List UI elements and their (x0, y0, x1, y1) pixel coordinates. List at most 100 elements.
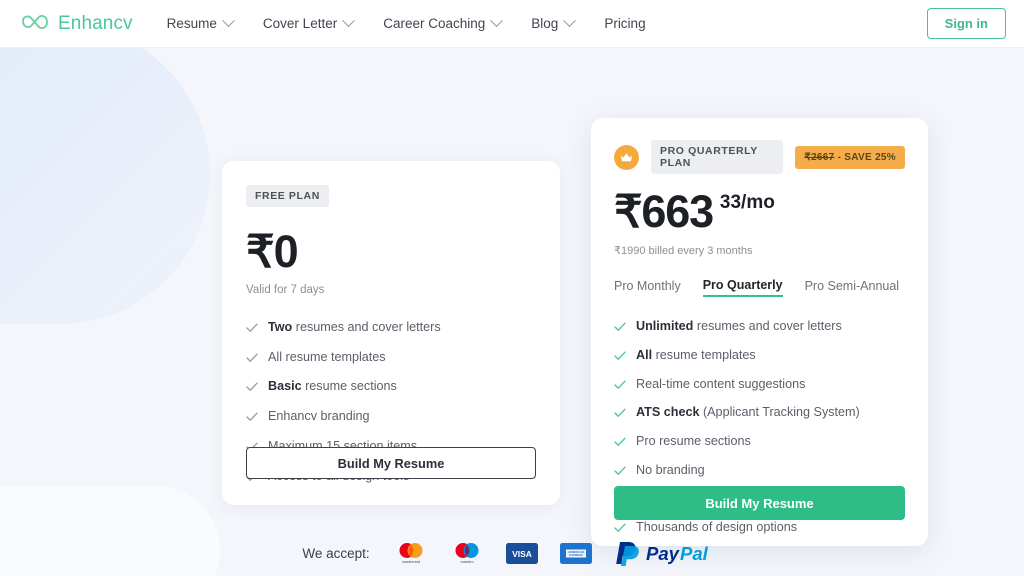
list-item: Pro resume sections (614, 434, 905, 452)
pro-plan-price-suffix: 33/mo (719, 192, 775, 213)
feature-rest: resumes and cover letters (693, 319, 842, 334)
list-item: Basic resume sections (246, 379, 536, 397)
maestro-logo: maestro (450, 541, 484, 565)
feature-rest: Pro resume sections (636, 434, 751, 449)
check-icon (246, 352, 258, 368)
nav-item-label: Blog (531, 16, 559, 31)
tab-pro-monthly[interactable]: Pro Monthly (614, 279, 681, 296)
check-icon (614, 379, 626, 395)
nav-item-cover-letter[interactable]: Cover Letter (263, 14, 356, 31)
check-icon (614, 436, 626, 452)
billing-period-tabs: Pro Monthly Pro Quarterly Pro Semi-Annua… (614, 278, 905, 298)
logo-text: Enhancv (58, 12, 133, 34)
site-header: Enhancv Resume Cover Letter Career Coach… (0, 0, 1024, 48)
check-icon (246, 381, 258, 397)
list-item: Thousands of design options (614, 520, 905, 538)
free-plan-cta-button[interactable]: Build My Resume (246, 447, 536, 479)
payment-methods-row: We accept: mastercard maestro VISA AMERI… (0, 540, 1024, 566)
nav-item-blog[interactable]: Blog (531, 14, 577, 31)
nav-item-career-coaching[interactable]: Career Coaching (383, 14, 504, 31)
check-icon (246, 411, 258, 427)
feature-emphasis: All (636, 347, 653, 362)
tab-pro-semi-annual[interactable]: Pro Semi-Annual (805, 279, 900, 296)
feature-rest: (Applicant Tracking System) (699, 405, 860, 420)
feature-emphasis: Basic (268, 379, 302, 394)
crown-icon (614, 144, 639, 170)
svg-text:Pal: Pal (680, 543, 709, 564)
pro-plan-price-row: ₹663 33/mo (614, 186, 905, 237)
list-item: All resume templates (246, 350, 536, 368)
visa-logo: VISA (505, 542, 538, 564)
pricing-stage: FREE PLAN ₹0 Valid for 7 days Two resume… (0, 48, 1024, 576)
nav-item-resume[interactable]: Resume (166, 14, 235, 31)
svg-text:Pay: Pay (646, 543, 681, 564)
logo[interactable]: Enhancv (20, 11, 133, 36)
feature-text: All resume templates (268, 350, 386, 366)
pro-plan-price: ₹663 (614, 186, 714, 237)
main-nav: Resume Cover Letter Career Coaching Blog… (166, 14, 646, 31)
chevron-down-icon (490, 14, 504, 28)
amex-logo: AMERICAN EXPRESS (559, 542, 592, 564)
feature-rest: Enhancv branding (268, 409, 370, 424)
feature-emphasis: Unlimited (636, 319, 694, 334)
feature-text: Unlimited resumes and cover letters (636, 319, 842, 335)
mastercard-logo: mastercard (394, 541, 428, 565)
chevron-down-icon (563, 14, 577, 28)
check-icon (246, 322, 258, 338)
tab-pro-quarterly[interactable]: Pro Quarterly (702, 278, 783, 298)
chevron-down-icon (342, 14, 356, 28)
feature-text: Pro resume sections (636, 434, 751, 450)
pro-plan-cta-button[interactable]: Build My Resume (614, 486, 905, 520)
sign-in-button[interactable]: Sign in (926, 8, 1006, 39)
save-badge-original-price: ₹2667 (804, 151, 835, 163)
feature-text: ATS check (Applicant Tracking System) (636, 405, 860, 421)
list-item: Real-time content suggestions (614, 377, 905, 395)
feature-rest: Real-time content suggestions (636, 376, 806, 391)
feature-text: No branding (636, 463, 705, 479)
save-badge: ₹2667 - SAVE 25% (795, 145, 905, 169)
feature-text: Enhancv branding (268, 409, 370, 425)
feature-rest: Thousands of design options (636, 520, 798, 535)
check-icon (614, 407, 626, 423)
payment-methods-label: We accept: (302, 545, 370, 561)
feature-text: Two resumes and cover letters (268, 320, 441, 336)
nav-item-label: Career Coaching (383, 16, 486, 31)
pro-plan-badge: PRO QUARTERLY PLAN (651, 140, 784, 174)
feature-text: All resume templates (636, 348, 756, 364)
save-badge-discount: - SAVE 25% (834, 151, 896, 163)
nav-item-label: Pricing (604, 16, 646, 31)
free-plan-card: FREE PLAN ₹0 Valid for 7 days Two resume… (222, 161, 560, 505)
nav-item-pricing[interactable]: Pricing (604, 16, 645, 31)
svg-text:EXPRESS: EXPRESS (569, 553, 583, 557)
svg-text:VISA: VISA (512, 549, 532, 559)
feature-emphasis: Two (268, 320, 293, 334)
check-icon (614, 465, 626, 481)
feature-rest: resume templates (652, 347, 756, 362)
check-icon (614, 350, 626, 366)
list-item: Unlimited resumes and cover letters (614, 319, 905, 337)
feature-rest: No branding (636, 462, 705, 477)
list-item: ATS check (Applicant Tracking System) (614, 405, 905, 423)
list-item: All resume templates (614, 348, 905, 366)
nav-item-label: Resume (166, 16, 217, 31)
free-plan-price: ₹0 (246, 226, 299, 277)
free-plan-badge: FREE PLAN (246, 185, 329, 207)
check-icon (614, 321, 626, 337)
feature-rest: resumes and cover letters (292, 320, 441, 334)
enhancv-infinity-icon (20, 11, 50, 36)
pro-plan-card: PRO QUARTERLY PLAN ₹2667 - SAVE 25% ₹663… (591, 118, 928, 546)
paypal-logo: Pay Pal (614, 540, 722, 566)
pro-plan-header: PRO QUARTERLY PLAN ₹2667 - SAVE 25% (614, 140, 905, 174)
feature-rest: resume sections (301, 379, 397, 394)
list-item: Enhancv branding (246, 409, 536, 427)
svg-text:maestro: maestro (460, 560, 473, 564)
free-plan-subnote: Valid for 7 days (246, 284, 325, 296)
check-icon (614, 522, 626, 538)
feature-rest: All resume templates (268, 349, 386, 364)
list-item: No branding (614, 463, 905, 481)
feature-text: Real-time content suggestions (636, 377, 805, 393)
feature-text: Thousands of design options (636, 520, 797, 536)
svg-text:mastercard: mastercard (402, 560, 420, 564)
feature-text: Basic resume sections (268, 379, 397, 395)
pro-plan-billing-note: ₹1990 billed every 3 months (614, 245, 753, 258)
